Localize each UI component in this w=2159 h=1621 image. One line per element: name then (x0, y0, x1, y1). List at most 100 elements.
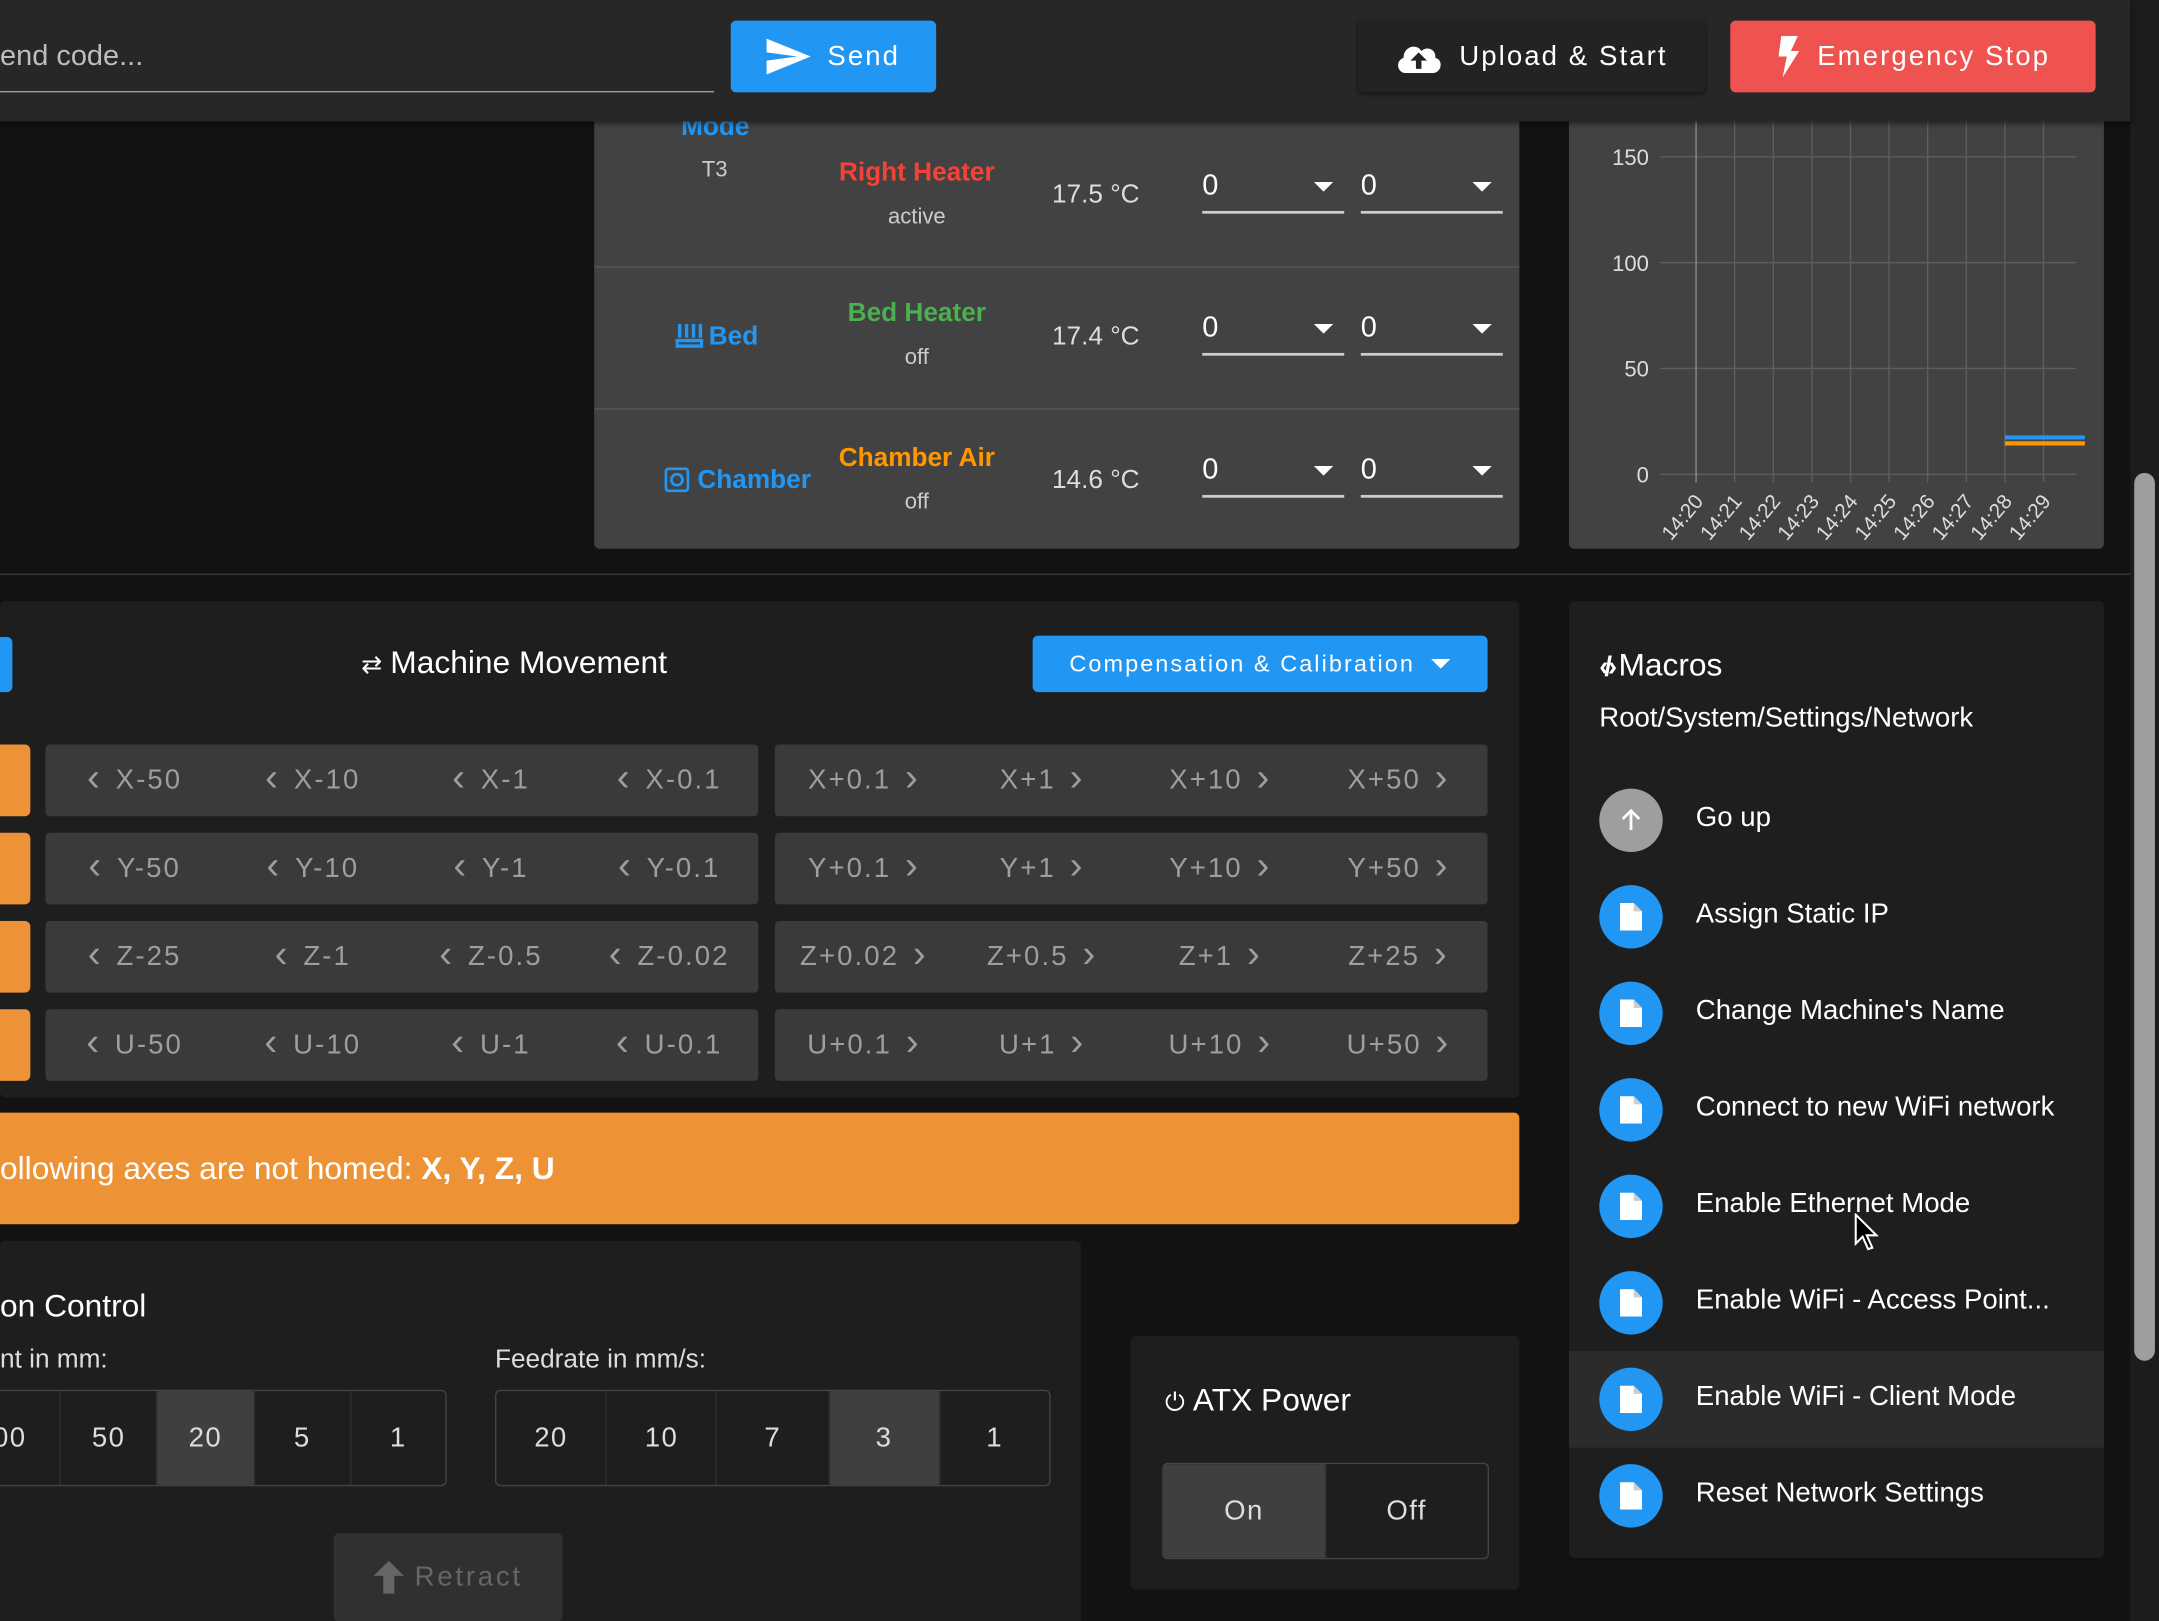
home-axis-button[interactable] (0, 1009, 31, 1081)
move-button[interactable]: ‹ U-0.1 (580, 1009, 758, 1081)
move-button[interactable]: Z+0.5 › (953, 921, 1131, 993)
chevron-right-icon: › (912, 932, 928, 975)
chevron-left-icon: ‹ (88, 843, 104, 887)
retract-button[interactable]: Retract (333, 1533, 563, 1621)
amount-option-selected[interactable]: 20 (157, 1391, 255, 1485)
file-icon (1599, 981, 1663, 1046)
move-button[interactable]: ‹ X-0.1 (580, 744, 758, 816)
tool-bed[interactable]: Bed (594, 321, 839, 353)
macro-item[interactable]: Enable WiFi - Access Point... (1569, 1255, 2104, 1352)
home-axis-button[interactable] (0, 920, 31, 993)
heater-name[interactable]: Right Heater (815, 159, 1019, 189)
active-temp-select[interactable]: 0 (1202, 454, 1345, 498)
move-button[interactable]: Y+10 › (1131, 833, 1309, 905)
send-button[interactable]: Send (730, 20, 937, 93)
feedrate-option-selected[interactable]: 3 (829, 1391, 940, 1485)
macro-label: Change Machine's Name (1695, 995, 2005, 1026)
move-button[interactable]: ‹ U-50 (45, 1009, 223, 1081)
standby-temp-select[interactable]: 0 (1360, 312, 1503, 356)
move-button[interactable]: Y+0.1 › (775, 833, 953, 905)
not-homed-warning: ollowing axes are not homed: X, Y, Z, U (0, 1112, 1520, 1225)
active-temp-select[interactable]: 0 (1202, 170, 1345, 214)
heater-state[interactable]: active (815, 205, 1019, 230)
move-button[interactable]: ‹ Z-25 (45, 921, 223, 993)
macro-item[interactable]: Enable WiFi - Client Mode (1568, 1351, 2104, 1448)
atx-on-button[interactable]: On (1163, 1464, 1326, 1558)
compensation-calibration-label: Compensation & Calibration (1069, 650, 1415, 677)
move-button[interactable]: ‹ Y-10 (224, 833, 402, 905)
macro-item[interactable]: Change Machine's Name (1569, 965, 2104, 1062)
chevron-left-icon: ‹ (451, 1020, 467, 1063)
feedrate-option[interactable]: 20 (496, 1391, 607, 1485)
move-button[interactable]: X+10 › (1131, 744, 1309, 816)
move-button[interactable]: ‹ Z-0.02 (580, 921, 758, 993)
atx-title: ⏻ ATX Power (1165, 1381, 1351, 1418)
x-tick-label: 14:25 (1850, 490, 1901, 544)
feedrate-option[interactable]: 7 (717, 1391, 830, 1485)
swap-arrows-icon: ⇄ (361, 650, 383, 679)
home-axis-button[interactable] (0, 744, 31, 817)
heater-name[interactable]: Chamber Air (815, 444, 1019, 474)
upload-start-button[interactable]: Upload & Start (1358, 20, 1706, 93)
move-plus-group: U+0.1 › U+1 › U+10 › U+50 › (774, 1009, 1488, 1081)
move-button[interactable]: ‹ X-10 (224, 744, 402, 816)
move-button[interactable]: X+1 › (953, 744, 1131, 816)
move-button[interactable]: ‹ U-1 (402, 1009, 580, 1081)
chamber-icon (664, 467, 690, 493)
feedrate-option[interactable]: 1 (940, 1391, 1049, 1485)
heater-name[interactable]: Bed Heater (815, 299, 1019, 329)
move-button[interactable]: U+10 › (1131, 1009, 1309, 1081)
move-button[interactable]: X+0.1 › (775, 744, 953, 816)
y-tick-label: 100 (1612, 251, 1649, 276)
amount-label: nt in mm: (0, 1345, 108, 1375)
standby-temp-select[interactable]: 0 (1360, 453, 1503, 498)
amount-option[interactable]: 1 (351, 1391, 445, 1485)
chevron-down-icon (1313, 181, 1334, 192)
heater-state[interactable]: off (815, 491, 1019, 516)
amount-option[interactable]: 50 (61, 1391, 158, 1485)
machine-movement-title-text: Machine Movement (390, 643, 668, 680)
move-button[interactable]: Z+1 › (1131, 921, 1309, 993)
home-axis-button[interactable] (0, 832, 31, 905)
move-button-label: U-0.1 (644, 1029, 723, 1060)
move-button[interactable]: Y+50 › (1309, 833, 1487, 905)
move-button[interactable]: ‹ Y-1 (402, 833, 580, 905)
move-button[interactable]: Z+25 › (1309, 921, 1487, 993)
move-button[interactable]: Y+1 › (953, 833, 1131, 905)
compensation-calibration-button[interactable]: Compensation & Calibration (1032, 635, 1488, 693)
emergency-stop-button[interactable]: Emergency Stop (1730, 20, 2096, 93)
partial-button[interactable] (0, 636, 13, 693)
macro-item[interactable]: Assign Static IP (1569, 869, 2104, 966)
standby-temp-value: 0 (1360, 453, 1377, 486)
move-button[interactable]: ‹ Y-50 (45, 833, 223, 905)
move-button[interactable]: ‹ U-10 (224, 1009, 402, 1081)
move-button[interactable]: ‹ Y-0.1 (580, 833, 758, 905)
atx-off-button[interactable]: Off (1326, 1464, 1488, 1558)
macro-item[interactable]: Reset Network Settings (1569, 1448, 2104, 1545)
code-input[interactable]: end code... (0, 22, 715, 93)
move-button[interactable]: ‹ X-1 (402, 744, 580, 816)
move-button[interactable]: ‹ Z-1 (224, 921, 402, 993)
macro-item[interactable]: Enable Ethernet Mode (1569, 1158, 2104, 1255)
macro-item[interactable]: Connect to new WiFi network (1569, 1062, 2104, 1159)
heater-state[interactable]: off (815, 346, 1019, 371)
x-tick-label: 14:27 (1928, 490, 1979, 544)
x-tick-label: 14:24 (1812, 490, 1863, 544)
temperature-chart-svg: 05010015014:2014:2114:2214:2314:2414:251… (1612, 82, 2085, 545)
move-button[interactable]: U+1 › (953, 1009, 1131, 1081)
standby-temp-select[interactable]: 0 (1360, 170, 1503, 214)
move-button[interactable]: ‹ X-50 (45, 744, 223, 816)
macro-go-up[interactable]: Go up (1569, 772, 2104, 869)
move-button[interactable]: U+0.1 › (775, 1009, 953, 1081)
scrollbar-thumb[interactable] (2134, 472, 2155, 1361)
feedrate-option[interactable]: 10 (607, 1391, 718, 1485)
active-temp-select[interactable]: 0 (1202, 312, 1345, 356)
move-button[interactable]: X+50 › (1309, 744, 1487, 816)
move-button[interactable]: ‹ Z-0.5 (402, 921, 580, 993)
amount-option[interactable]: 5 (254, 1391, 352, 1485)
chevron-left-icon: ‹ (608, 932, 624, 975)
current-temp: 17.4 °C (1051, 322, 1140, 352)
move-button[interactable]: Z+0.02 › (775, 921, 953, 993)
amount-option[interactable]: 00 (0, 1391, 61, 1485)
move-button[interactable]: U+50 › (1309, 1009, 1487, 1081)
